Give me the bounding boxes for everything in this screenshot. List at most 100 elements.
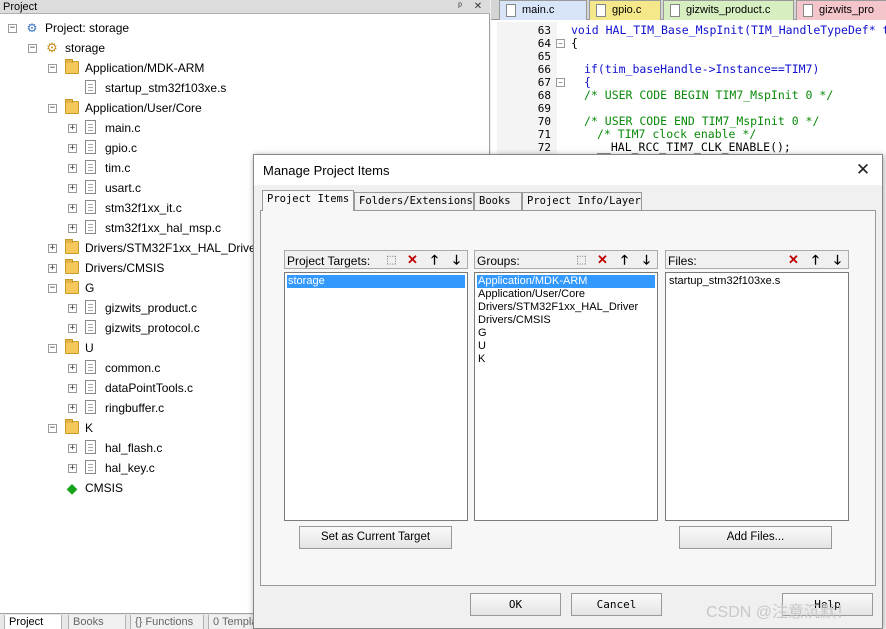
file-icon xyxy=(803,4,813,17)
dialog-tab[interactable]: Project Info/Layer xyxy=(522,192,642,210)
files-header: Files: ✕ 🡑 🡓 xyxy=(665,250,849,269)
expand-icon[interactable]: + xyxy=(68,444,77,453)
dialog-tab[interactable]: Project Items xyxy=(262,190,354,211)
code-line: /* USER CODE BEGIN TIM7_MspInit 0 */ xyxy=(584,89,833,102)
line-number: 68 xyxy=(537,89,551,102)
expand-icon[interactable]: + xyxy=(68,324,77,333)
tree-item[interactable]: + main.c xyxy=(0,118,488,138)
expand-icon[interactable]: + xyxy=(48,244,57,253)
list-item[interactable]: Application/MDK-ARM xyxy=(477,275,655,288)
expand-icon[interactable]: + xyxy=(68,124,77,133)
expand-icon[interactable]: + xyxy=(68,164,77,173)
tree-item-label: gizwits_protocol.c xyxy=(105,321,200,335)
line-number: 72 xyxy=(537,141,551,154)
file-icon xyxy=(85,400,96,414)
list-item[interactable]: G xyxy=(477,327,655,340)
expand-icon[interactable]: + xyxy=(68,144,77,153)
add-files-button[interactable]: Add Files... xyxy=(679,526,832,549)
bottom-tab[interactable]: Books xyxy=(68,615,126,629)
tree-item-label: ringbuffer.c xyxy=(105,401,165,415)
new-group-icon[interactable]: ⬚ xyxy=(572,252,591,268)
line-number: 65 xyxy=(537,50,551,63)
collapse-icon[interactable]: − xyxy=(48,104,57,113)
delete-target-icon[interactable]: ✕ xyxy=(403,252,422,268)
project-targets-list[interactable]: storage xyxy=(284,272,468,521)
list-item[interactable]: K xyxy=(477,353,655,366)
collapse-icon[interactable]: − xyxy=(48,64,57,73)
delete-group-icon[interactable]: ✕ xyxy=(593,252,612,268)
bottom-tab[interactable]: Project xyxy=(4,615,62,629)
file-icon xyxy=(506,4,516,17)
move-file-up-icon[interactable]: 🡑 xyxy=(806,252,825,268)
expand-icon[interactable]: + xyxy=(48,264,57,273)
move-target-down-icon[interactable]: 🡓 xyxy=(447,252,466,268)
editor-tab-label: gpio.c xyxy=(612,4,642,16)
panel-close-icon[interactable]: ✕ xyxy=(472,0,484,13)
fold-toggle-icon[interactable]: − xyxy=(556,39,565,48)
collapse-icon[interactable]: − xyxy=(48,424,57,433)
code-token: { xyxy=(584,75,591,89)
editor-tab[interactable]: gpio.c xyxy=(589,0,661,20)
dialog-tab[interactable]: Folders/Extensions xyxy=(354,192,474,210)
editor-tab[interactable]: main.c xyxy=(499,0,587,20)
dialog-close-icon[interactable]: ✕ xyxy=(852,158,874,182)
list-item[interactable]: startup_stm32f103xe.s xyxy=(668,275,846,288)
tree-item-label: Drivers/CMSIS xyxy=(85,261,165,275)
files-group: Files: ✕ 🡑 🡓 startup_stm32f103xe.s xyxy=(665,250,849,521)
fold-toggle-icon[interactable]: − xyxy=(556,78,565,87)
line-number: 67 xyxy=(537,76,551,89)
tree-item-label: dataPointTools.c xyxy=(105,381,194,395)
expand-icon[interactable]: + xyxy=(68,384,77,393)
list-item[interactable]: storage xyxy=(287,275,465,288)
folder-icon xyxy=(65,339,79,354)
editor-tab[interactable]: gizwits_pro xyxy=(796,0,886,20)
collapse-icon[interactable]: − xyxy=(28,44,37,53)
tree-item[interactable]: startup_stm32f103xe.s xyxy=(0,78,488,98)
collapse-icon[interactable]: − xyxy=(48,344,57,353)
file-icon xyxy=(85,380,96,394)
collapse-icon[interactable]: − xyxy=(48,284,57,293)
expand-icon[interactable]: + xyxy=(68,364,77,373)
expand-icon[interactable]: + xyxy=(68,304,77,313)
expand-icon[interactable]: + xyxy=(68,464,77,473)
tree-item[interactable]: − Application/MDK-ARM xyxy=(0,58,488,78)
list-item[interactable]: U xyxy=(477,340,655,353)
project-icon: ⚙ xyxy=(26,21,38,35)
code-token: /* USER CODE END TIM7_MspInit 0 */ xyxy=(584,114,820,128)
list-item[interactable]: Drivers/STM32F1xx_HAL_Driver xyxy=(477,301,655,314)
list-item[interactable]: Drivers/CMSIS xyxy=(477,314,655,327)
tree-item-label: CMSIS xyxy=(85,481,124,495)
files-list[interactable]: startup_stm32f103xe.s xyxy=(665,272,849,521)
file-icon xyxy=(596,4,606,17)
move-group-down-icon[interactable]: 🡓 xyxy=(637,252,656,268)
groups-list[interactable]: Application/MDK-ARM Application/User/Core… xyxy=(474,272,658,521)
set-as-current-target-button[interactable]: Set as Current Target xyxy=(299,526,452,549)
expand-icon[interactable]: + xyxy=(68,404,77,413)
editor-tab[interactable]: gizwits_product.c xyxy=(663,0,794,20)
csdn-watermark: CSDN @注意沉默！ xyxy=(706,604,853,621)
expand-icon[interactable]: + xyxy=(68,224,77,233)
move-file-down-icon[interactable]: 🡓 xyxy=(828,252,847,268)
file-icon xyxy=(85,140,96,154)
delete-file-icon[interactable]: ✕ xyxy=(784,252,803,268)
tree-item-label: K xyxy=(85,421,94,435)
expand-icon[interactable]: + xyxy=(68,184,77,193)
new-target-icon[interactable]: ⬚ xyxy=(382,252,401,268)
move-group-up-icon[interactable]: 🡑 xyxy=(615,252,634,268)
tree-item-label: stm32f1xx_hal_msp.c xyxy=(105,221,222,235)
ok-button[interactable]: OK xyxy=(470,593,561,616)
manage-project-items-dialog: Manage Project Items ✕ Project Items Fold… xyxy=(253,154,883,629)
collapse-icon[interactable]: − xyxy=(8,24,17,33)
list-item[interactable]: Application/User/Core xyxy=(477,288,655,301)
tree-item[interactable]: − ⚙ storage xyxy=(0,38,488,58)
pin-icon[interactable]: ᵖ xyxy=(454,0,466,13)
cancel-button[interactable]: Cancel xyxy=(571,593,662,616)
tree-item[interactable]: − ⚙ Project: storage xyxy=(0,18,488,38)
bottom-tab[interactable]: {} Functions xyxy=(130,615,204,629)
tree-item-label: tim.c xyxy=(105,161,131,175)
expand-icon[interactable]: + xyxy=(68,204,77,213)
project-targets-group: Project Targets: ⬚ ✕ 🡑 🡓 storage xyxy=(284,250,468,521)
move-target-up-icon[interactable]: 🡑 xyxy=(425,252,444,268)
dialog-tab[interactable]: Books xyxy=(474,192,522,210)
tree-item[interactable]: − Application/User/Core xyxy=(0,98,488,118)
